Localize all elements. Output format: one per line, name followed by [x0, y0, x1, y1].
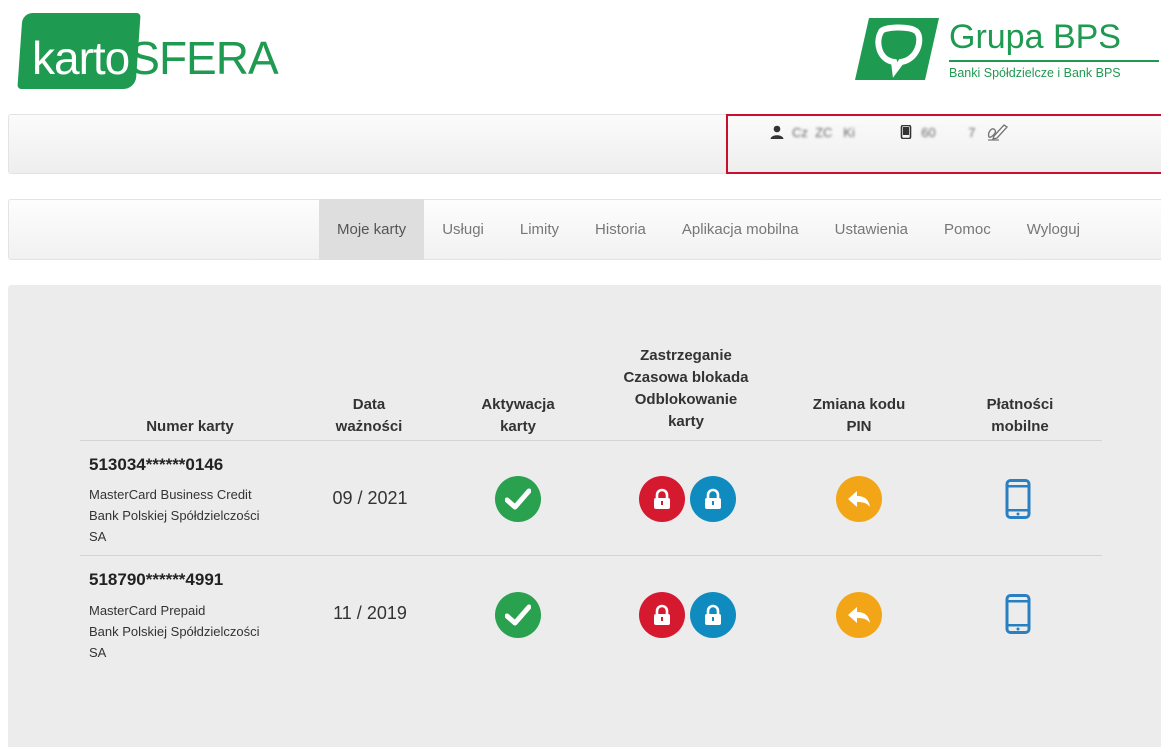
nav-item-pomoc[interactable]: Pomoc: [926, 199, 1009, 260]
change-pin-button[interactable]: [836, 476, 882, 522]
user-icon: [770, 125, 784, 139]
table-header-divider: [80, 440, 1102, 441]
mobile-payments-phone-icon[interactable]: [1005, 479, 1031, 519]
unblock-card-button[interactable]: [690, 476, 736, 522]
reply-arrow-icon: [848, 491, 870, 507]
kartosfera-logo-part2: SFERA: [129, 32, 278, 84]
header-block-line4: karty: [668, 413, 704, 430]
header-activation-line2: karty: [500, 418, 536, 435]
nav-item-ustawienia[interactable]: Ustawienia: [817, 199, 926, 260]
grupa-bps-name: Grupa BPS: [949, 18, 1121, 56]
grupa-bps-rule: [949, 60, 1159, 62]
grupa-bps-mark-icon: [855, 18, 939, 80]
user-phone: 60 7: [921, 124, 976, 140]
header-card-number: Numer karty: [120, 416, 260, 438]
card-expiry: 09 / 2021: [332, 488, 408, 508]
header-block: Zastrzeganie Czasowa blokada Odblokowani…: [608, 345, 764, 433]
header-activation-line1: Aktywacja: [481, 396, 555, 413]
grupa-bps-logo: Grupa BPS Banki Spółdzielcze i Bank BPS: [855, 18, 1160, 88]
lock-icon: [705, 604, 721, 625]
grupa-bps-tagline: Banki Spółdzielcze i Bank BPS: [949, 66, 1121, 80]
card-number: 513034******0146: [89, 455, 224, 474]
card-bank: Bank Polskiej Spółdzielczości: [89, 624, 260, 639]
unblock-card-button[interactable]: [690, 592, 736, 638]
table-row-divider: [80, 555, 1102, 556]
card-type: MasterCard Prepaid: [89, 603, 206, 618]
mobile-payments-phone-icon[interactable]: [1005, 594, 1031, 634]
activate-card-button[interactable]: [495, 592, 541, 638]
reply-arrow-icon: [848, 607, 870, 623]
header-card-number-text: Numer karty: [146, 418, 234, 435]
nav-item-uslugi[interactable]: Usługi: [424, 199, 502, 260]
checkmark-icon: [505, 604, 531, 626]
activate-card-button[interactable]: [495, 476, 541, 522]
header-block-line1: Zastrzeganie: [640, 347, 732, 364]
card-bank-suffix: SA: [89, 529, 107, 544]
header-block-line2: Czasowa blokada: [623, 369, 749, 386]
header-mobile-line2: mobilne: [991, 418, 1049, 435]
user-info: Cz ZC Ki 60 7: [770, 122, 1008, 142]
kartosfera-logo: kartoSFERA: [17, 13, 279, 93]
nav-item-limity[interactable]: Limity: [502, 199, 577, 260]
card-number: 518790******4991: [89, 570, 224, 589]
main-nav: Moje karty Usługi Limity Historia Aplika…: [319, 199, 1098, 260]
header-pin-line1: Zmiana kodu: [812, 396, 906, 413]
header-expiry: Data ważności: [314, 394, 424, 438]
header-activation: Aktywacja karty: [463, 394, 573, 438]
nav-item-aplikacja-mobilna[interactable]: Aplikacja mobilna: [664, 199, 817, 260]
header-mobile-payments: Płatności mobilne: [960, 394, 1080, 438]
user-name: Cz ZC Ki: [792, 124, 870, 140]
card-description: MasterCard Prepaid Bank Polskiej Spółdzi…: [89, 600, 289, 663]
card-expiry: 11 / 2019: [333, 603, 407, 623]
mobile-icon: [900, 125, 912, 139]
header-mobile-line1: Płatności: [986, 396, 1054, 413]
block-card-button[interactable]: [639, 592, 685, 638]
kartosfera-logo-part1: karto: [32, 32, 130, 84]
checkmark-icon: [505, 488, 531, 510]
nav-item-historia[interactable]: Historia: [577, 199, 664, 260]
lock-closed-icon: [654, 604, 670, 625]
header-pin: Zmiana kodu PIN: [794, 394, 924, 438]
card-bank-suffix: SA: [89, 645, 107, 660]
header-pin-line2: PIN: [846, 418, 872, 435]
card-description: MasterCard Business Credit Bank Polskiej…: [89, 484, 289, 547]
nav-item-moje-karty[interactable]: Moje karty: [319, 199, 425, 260]
card-type: MasterCard Business Credit: [89, 487, 252, 502]
nav-item-wyloguj[interactable]: Wyloguj: [1009, 199, 1098, 260]
edit-signature-icon[interactable]: [986, 122, 1008, 142]
kartosfera-logo-text: kartoSFERA: [32, 31, 279, 85]
lock-icon: [705, 488, 721, 509]
block-card-button[interactable]: [639, 476, 685, 522]
lock-closed-icon: [654, 488, 670, 509]
header-expiry-line2: ważności: [335, 418, 403, 435]
header-block-line3: Odblokowanie: [634, 391, 738, 408]
change-pin-button[interactable]: [836, 592, 882, 638]
card-bank: Bank Polskiej Spółdzielczości: [89, 508, 260, 523]
header-expiry-line1: Data: [352, 396, 386, 413]
